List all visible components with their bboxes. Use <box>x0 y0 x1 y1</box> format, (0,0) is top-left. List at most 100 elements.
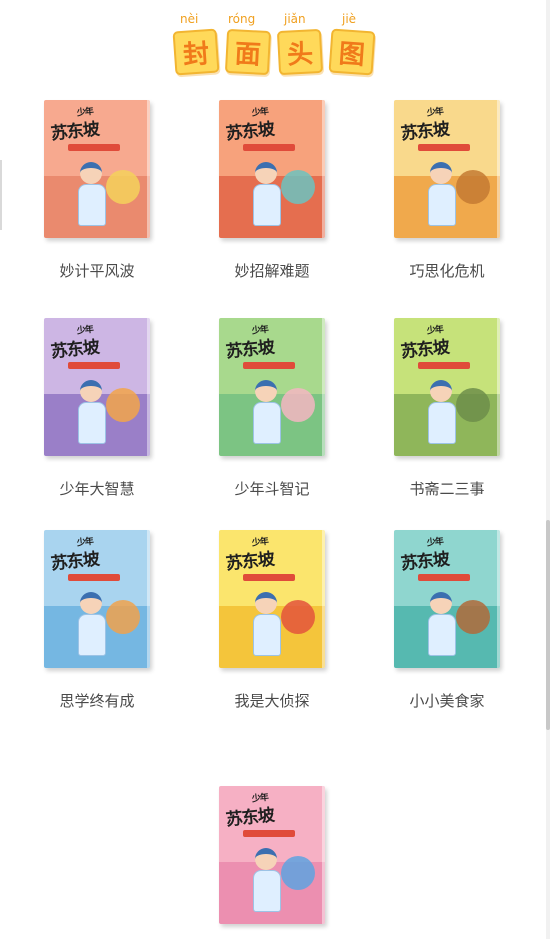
series-logo: 少年 苏东坡 <box>223 322 275 362</box>
series-logo: 少年 苏东坡 <box>48 534 100 574</box>
book-card[interactable]: 少年 苏东坡 <box>207 786 337 924</box>
series-logo: 少年 苏东坡 <box>398 104 450 144</box>
cover-illustration-prop <box>456 600 490 634</box>
character-head <box>430 162 452 184</box>
page: nèi róng jiǎn jiè 封 面 头 图 少年 苏东坡 妙计平风波 少年苏… <box>0 0 550 939</box>
book-cover-image[interactable]: 少年 苏东坡 <box>44 318 150 456</box>
book-title[interactable]: 我是大侦探 <box>207 690 337 711</box>
character-body <box>253 614 281 656</box>
title-char-4: 图 <box>328 28 376 76</box>
cover-title-ribbon <box>243 144 295 151</box>
book-card[interactable]: 少年 苏东坡思学终有成 <box>32 530 162 711</box>
series-logo: 少年 苏东坡 <box>223 790 275 830</box>
character-body <box>78 614 106 656</box>
series-logo-prefix: 少年 <box>76 324 94 337</box>
character-head <box>255 848 277 870</box>
pinyin-3: jiǎn <box>284 12 306 26</box>
cover-edge <box>497 530 500 668</box>
character-head <box>255 162 277 184</box>
character-body <box>428 614 456 656</box>
cover-illustration-prop <box>281 170 315 204</box>
character-head <box>80 592 102 614</box>
book-title[interactable]: 思学终有成 <box>32 690 162 711</box>
title-char-2: 面 <box>224 28 272 76</box>
series-logo-prefix: 少年 <box>251 536 269 549</box>
book-title[interactable]: 书斋二三事 <box>382 478 512 499</box>
cover-illustration-prop <box>106 170 140 204</box>
cover-title-ribbon <box>418 362 470 369</box>
book-card[interactable]: 少年 苏东坡少年斗智记 <box>207 318 337 499</box>
cover-illustration-prop <box>281 600 315 634</box>
book-title[interactable]: 妙计平风波 <box>32 260 162 281</box>
character-body <box>253 184 281 226</box>
character-head <box>80 162 102 184</box>
book-card[interactable]: 少年 苏东坡我是大侦探 <box>207 530 337 711</box>
series-logo: 少年 苏东坡 <box>223 534 275 574</box>
section-title: nèi róng jiǎn jiè 封 面 头 图 <box>168 8 388 80</box>
book-title[interactable]: 小小美食家 <box>382 690 512 711</box>
left-edge-divider <box>0 160 2 230</box>
cover-edge <box>322 530 325 668</box>
title-char-1: 封 <box>172 28 220 76</box>
book-cover-image[interactable]: 少年 苏东坡 <box>44 530 150 668</box>
series-logo-prefix: 少年 <box>251 792 269 805</box>
scrollbar-thumb[interactable] <box>546 520 550 730</box>
book-cover-image[interactable]: 少年 苏东坡 <box>394 318 500 456</box>
cover-edge <box>497 100 500 238</box>
character-body <box>78 402 106 444</box>
series-logo: 少年 苏东坡 <box>398 322 450 362</box>
book-title[interactable]: 妙招解难题 <box>207 260 337 281</box>
book-cover-image[interactable]: 少年 苏东坡 <box>219 318 325 456</box>
series-logo-prefix: 少年 <box>251 106 269 119</box>
cover-title-ribbon <box>243 830 295 837</box>
cover-edge <box>147 530 150 668</box>
character-body <box>428 402 456 444</box>
book-cover-image[interactable]: 少年 苏东坡 <box>394 530 500 668</box>
cover-illustration-prop <box>106 600 140 634</box>
book-cover-image[interactable]: 少年 苏东坡 <box>219 786 325 924</box>
character-head <box>430 592 452 614</box>
cover-title-ribbon <box>68 144 120 151</box>
book-cover-image[interactable]: 少年 苏东坡 <box>394 100 500 238</box>
book-title[interactable]: 巧思化危机 <box>382 260 512 281</box>
cover-illustration-prop <box>456 170 490 204</box>
cover-edge <box>322 318 325 456</box>
character-body <box>78 184 106 226</box>
book-cover-image[interactable]: 少年 苏东坡 <box>219 100 325 238</box>
cover-title-ribbon <box>418 574 470 581</box>
book-card[interactable]: 少年 苏东坡妙招解难题 <box>207 100 337 281</box>
character-body <box>253 402 281 444</box>
book-card[interactable]: 少年 苏东坡少年大智慧 <box>32 318 162 499</box>
series-logo: 少年 苏东坡 <box>223 104 275 144</box>
book-cover-image[interactable]: 少年 苏东坡 <box>44 100 150 238</box>
cover-edge <box>322 786 325 924</box>
cover-illustration-prop <box>281 856 315 890</box>
character-body <box>428 184 456 226</box>
book-title[interactable]: 少年大智慧 <box>32 478 162 499</box>
series-logo: 少年 苏东坡 <box>48 104 100 144</box>
scrollbar-track[interactable] <box>546 0 550 939</box>
series-logo: 少年 苏东坡 <box>398 534 450 574</box>
series-logo-prefix: 少年 <box>76 106 94 119</box>
book-card[interactable]: 少年 苏东坡巧思化危机 <box>382 100 512 281</box>
cover-illustration-prop <box>281 388 315 422</box>
book-title[interactable]: 少年斗智记 <box>207 478 337 499</box>
book-card[interactable]: 少年 苏东坡书斋二三事 <box>382 318 512 499</box>
cover-illustration-prop <box>456 388 490 422</box>
cover-illustration-prop <box>106 388 140 422</box>
character-head <box>430 380 452 402</box>
cover-edge <box>322 100 325 238</box>
series-logo-prefix: 少年 <box>251 324 269 337</box>
cover-title-ribbon <box>243 574 295 581</box>
character-head <box>255 592 277 614</box>
cover-edge <box>147 100 150 238</box>
pinyin-4: jiè <box>342 12 357 26</box>
pinyin-2: róng <box>228 12 256 26</box>
book-card[interactable]: 少年 苏东坡小小美食家 <box>382 530 512 711</box>
cover-title-ribbon <box>243 362 295 369</box>
series-logo-prefix: 少年 <box>426 324 444 337</box>
character-head <box>255 380 277 402</box>
book-cover-image[interactable]: 少年 苏东坡 <box>219 530 325 668</box>
book-card[interactable]: 少年 苏东坡妙计平风波 <box>32 100 162 281</box>
character-head <box>80 380 102 402</box>
